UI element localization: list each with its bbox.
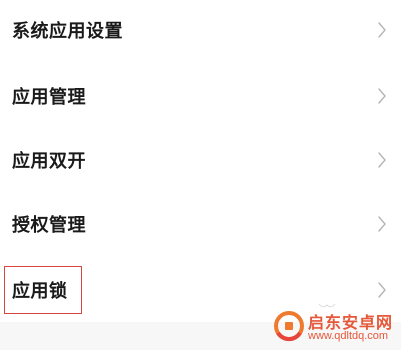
watermark-logo-icon <box>272 309 306 343</box>
menu-item-label: 系统应用设置 <box>12 21 123 42</box>
site-watermark: 启东安卓网 www.qdltdq.com <box>270 303 401 350</box>
faint-scroll-mark <box>318 294 336 308</box>
app-lock-highlight-box <box>4 266 82 314</box>
menu-item-label: 授权管理 <box>12 215 86 236</box>
watermark-url: www.qdltdq.com <box>308 330 389 342</box>
menu-item-label: 应用管理 <box>12 87 86 108</box>
chevron-right-icon <box>377 87 387 105</box>
settings-screen: 系统应用设置 应用管理 应用双开 授权管理 应用锁 启东安卓网 www.qdlt… <box>0 0 401 350</box>
chevron-right-icon <box>377 281 387 299</box>
menu-item-permission-management[interactable]: 授权管理 <box>0 194 401 254</box>
chevron-right-icon <box>377 215 387 233</box>
menu-item-system-app-settings[interactable]: 系统应用设置 <box>0 0 401 60</box>
chevron-right-icon <box>377 151 387 169</box>
menu-item-app-management[interactable]: 应用管理 <box>0 66 401 126</box>
menu-item-label: 应用双开 <box>12 151 86 172</box>
menu-item-dual-apps[interactable]: 应用双开 <box>0 130 401 190</box>
chevron-right-icon <box>377 21 387 39</box>
